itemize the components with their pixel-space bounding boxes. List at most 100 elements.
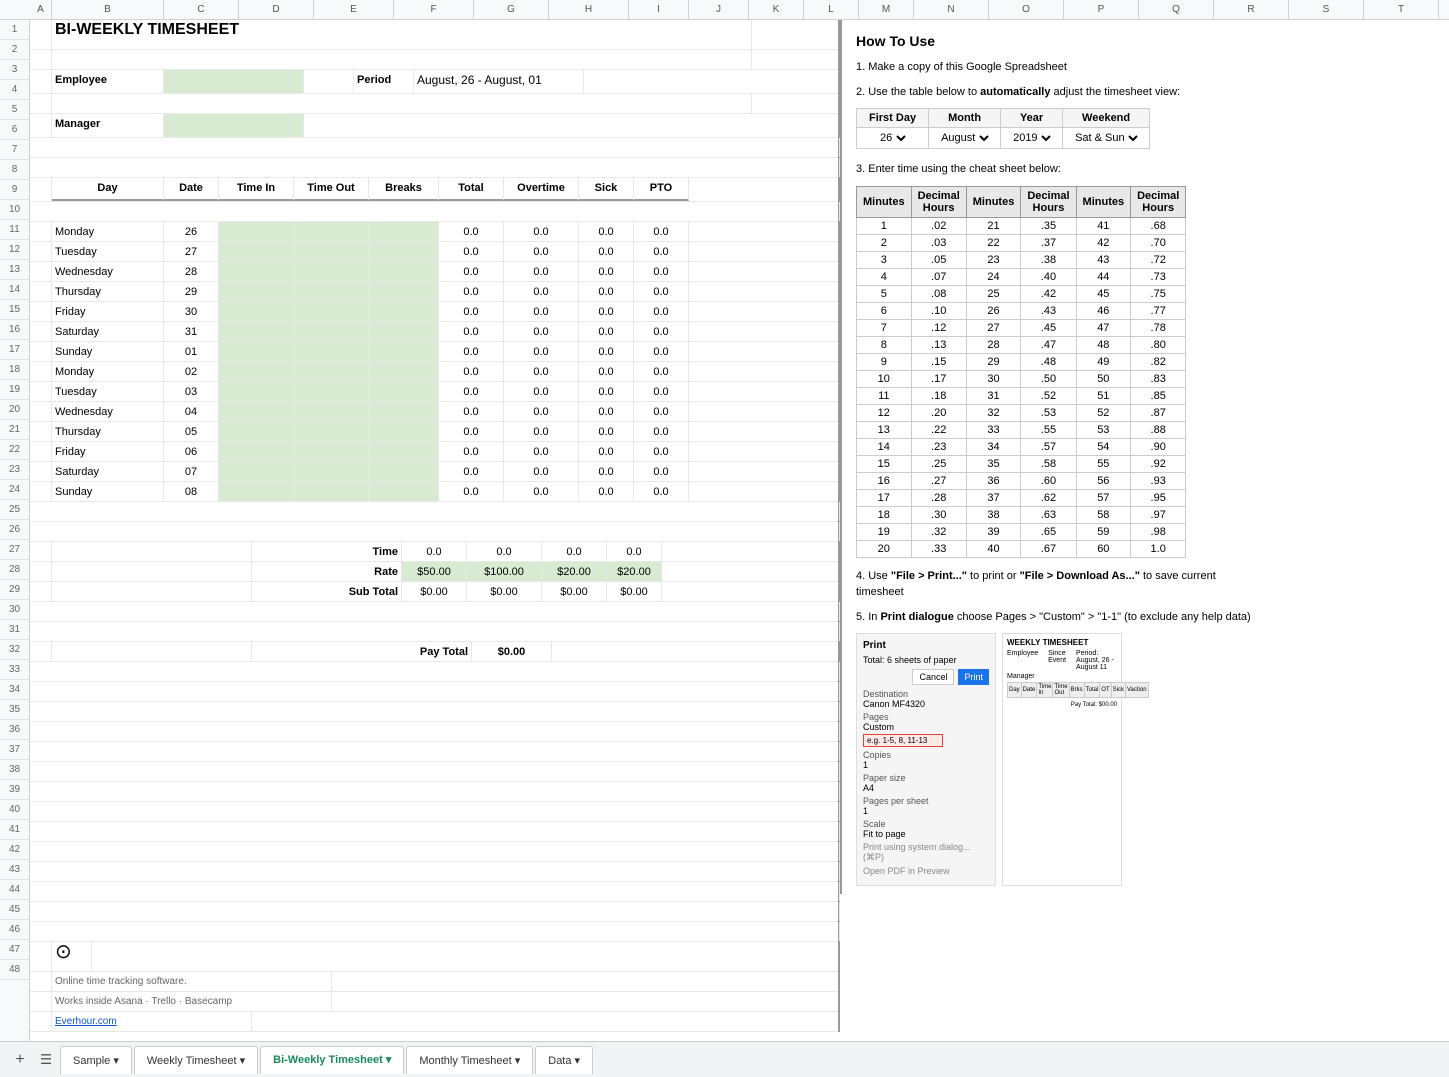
timein-cell[interactable]	[219, 362, 294, 381]
timeout-cell[interactable]	[294, 322, 369, 341]
manager-input[interactable]	[164, 114, 304, 137]
col-header-Q[interactable]: Q	[1139, 0, 1214, 19]
breaks-cell[interactable]	[369, 462, 439, 481]
breaks-cell[interactable]	[369, 262, 439, 281]
timein-cell[interactable]	[219, 422, 294, 441]
timein-cell[interactable]	[219, 282, 294, 301]
col-header-I[interactable]: I	[629, 0, 689, 19]
overtime-cell: 0.0	[504, 362, 579, 381]
breaks-cell[interactable]	[369, 382, 439, 401]
row-num-42: 42	[0, 840, 29, 860]
tab-data[interactable]: Data ▾	[535, 1046, 593, 1074]
col-header-A[interactable]: A	[30, 0, 52, 19]
weekend-select[interactable]: Sat & Sun	[1071, 131, 1141, 145]
rate-val-3[interactable]: $20.00	[542, 562, 607, 581]
col-header-T[interactable]: T	[1364, 0, 1439, 19]
print-preview-area: Print Total: 6 sheets of paper Cancel Pr…	[856, 633, 1266, 886]
tab-sample[interactable]: Sample ▾	[60, 1046, 132, 1074]
step5-text: 5. In Print dialogue choose Pages > "Cus…	[856, 609, 1266, 626]
timein-cell[interactable]	[219, 382, 294, 401]
breaks-cell[interactable]	[369, 422, 439, 441]
breaks-cell[interactable]	[369, 282, 439, 301]
timeout-cell[interactable]	[294, 342, 369, 361]
rate-val-1[interactable]: $50.00	[402, 562, 467, 581]
tab-weekly[interactable]: Weekly Timesheet ▾	[134, 1046, 258, 1074]
timeout-cell[interactable]	[294, 302, 369, 321]
rate-val-2[interactable]: $100.00	[467, 562, 542, 581]
breaks-cell[interactable]	[369, 222, 439, 241]
timein-cell[interactable]	[219, 442, 294, 461]
firstday-select[interactable]: 26	[876, 131, 909, 145]
timein-cell[interactable]	[219, 462, 294, 481]
timein-cell[interactable]	[219, 242, 294, 261]
timeout-cell[interactable]	[294, 402, 369, 421]
timein-cell[interactable]	[219, 342, 294, 361]
timeout-cell[interactable]	[294, 262, 369, 281]
breaks-cell[interactable]	[369, 322, 439, 341]
breaks-cell[interactable]	[369, 342, 439, 361]
col-header-E[interactable]: E	[314, 0, 394, 19]
tab-menu-button[interactable]: ☰	[34, 1048, 58, 1072]
breaks-cell[interactable]	[369, 442, 439, 461]
all-rows: BI-WEEKLY TIMESHEET Employee	[30, 20, 1449, 1032]
timeout-cell[interactable]	[294, 242, 369, 261]
print-preview-sheet: WEEKLY TIMESHEET Employee Since Event Pe…	[1002, 633, 1122, 886]
col-header-M[interactable]: M	[859, 0, 914, 19]
month-select[interactable]: August	[937, 131, 992, 145]
col-header-B[interactable]: B	[52, 0, 164, 19]
timeout-cell[interactable]	[294, 442, 369, 461]
period-value: August, 26 - August, 01	[414, 70, 584, 93]
sick-cell: 0.0	[579, 322, 634, 341]
breaks-cell[interactable]	[369, 482, 439, 501]
timeout-cell[interactable]	[294, 482, 369, 501]
breaks-cell[interactable]	[369, 242, 439, 261]
rate-val-4[interactable]: $20.00	[607, 562, 662, 581]
year-select[interactable]: 2019	[1009, 131, 1054, 145]
timein-cell[interactable]	[219, 402, 294, 421]
timeout-cell[interactable]	[294, 222, 369, 241]
pto-cell: 0.0	[634, 262, 689, 281]
col-header-D[interactable]: D	[239, 0, 314, 19]
timeout-cell[interactable]	[294, 362, 369, 381]
cell-A1[interactable]	[30, 20, 52, 49]
col-header-N[interactable]: N	[914, 0, 989, 19]
col-header-K[interactable]: K	[749, 0, 804, 19]
col-header-G[interactable]: G	[474, 0, 549, 19]
col-header-L[interactable]: L	[804, 0, 859, 19]
col-header-F[interactable]: F	[394, 0, 474, 19]
tab-monthly[interactable]: Monthly Timesheet ▾	[406, 1046, 533, 1074]
col-header-C[interactable]: C	[164, 0, 239, 19]
row-28-subtotal: Sub Total $0.00 $0.00 $0.00 $0.00	[30, 582, 838, 602]
col-header-S[interactable]: S	[1289, 0, 1364, 19]
add-tab-button[interactable]: +	[8, 1048, 32, 1072]
timeout-cell[interactable]	[294, 462, 369, 481]
day-cell: Saturday	[52, 322, 164, 341]
timeout-cell[interactable]	[294, 422, 369, 441]
tab-biweekly[interactable]: Bi-Weekly Timesheet ▾	[260, 1046, 404, 1074]
print-button[interactable]: Print	[958, 669, 989, 685]
everhour-link[interactable]: Everhour.com	[52, 1012, 252, 1031]
cell-title[interactable]: BI-WEEKLY TIMESHEET	[52, 20, 752, 49]
timein-cell[interactable]	[219, 302, 294, 321]
col-header-J[interactable]: J	[689, 0, 749, 19]
breaks-cell[interactable]	[369, 362, 439, 381]
employee-input[interactable]	[164, 70, 304, 93]
timeout-cell[interactable]	[294, 282, 369, 301]
col-header-P[interactable]: P	[1064, 0, 1139, 19]
empty-row-41	[30, 862, 838, 882]
col-header-H[interactable]: H	[549, 0, 629, 19]
col-header-R[interactable]: R	[1214, 0, 1289, 19]
breaks-cell[interactable]	[369, 302, 439, 321]
cheat-row: 15.2535.5855.92	[857, 455, 1186, 472]
breaks-cell[interactable]	[369, 402, 439, 421]
timein-cell[interactable]	[219, 222, 294, 241]
col-header-O[interactable]: O	[989, 0, 1064, 19]
timein-cell[interactable]	[219, 322, 294, 341]
cancel-button[interactable]: Cancel	[912, 669, 954, 685]
sub-val-2: $0.00	[467, 582, 542, 601]
timein-cell[interactable]	[219, 262, 294, 281]
timein-cell[interactable]	[219, 482, 294, 501]
timeout-cell[interactable]	[294, 382, 369, 401]
pages-input[interactable]: e.g. 1-5, 8, 11-13	[863, 734, 943, 747]
row-num-36: 36	[0, 720, 29, 740]
